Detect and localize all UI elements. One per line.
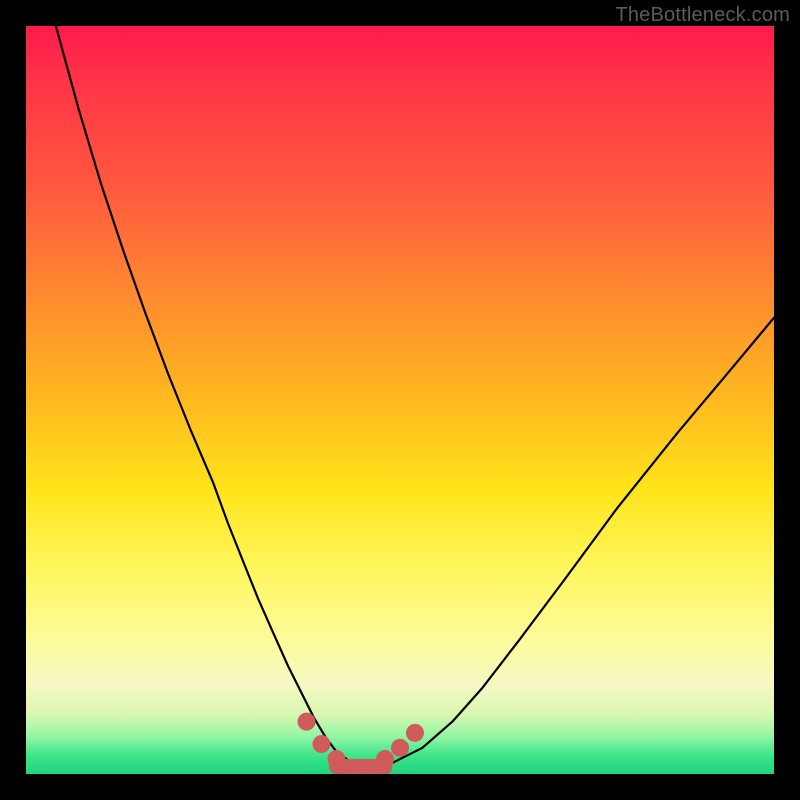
trough-dot [312, 735, 330, 753]
trough-dot [327, 750, 345, 768]
watermark-text: TheBottleneck.com [615, 4, 790, 27]
outer-black-frame: TheBottleneck.com [0, 0, 800, 800]
chart-svg [26, 26, 774, 774]
trough-dot [406, 724, 424, 742]
gradient-plot-area [26, 26, 774, 774]
trough-dot [376, 750, 394, 768]
bottleneck-curve [56, 26, 774, 767]
trough-dot [391, 739, 409, 757]
trough-dot [298, 713, 316, 731]
